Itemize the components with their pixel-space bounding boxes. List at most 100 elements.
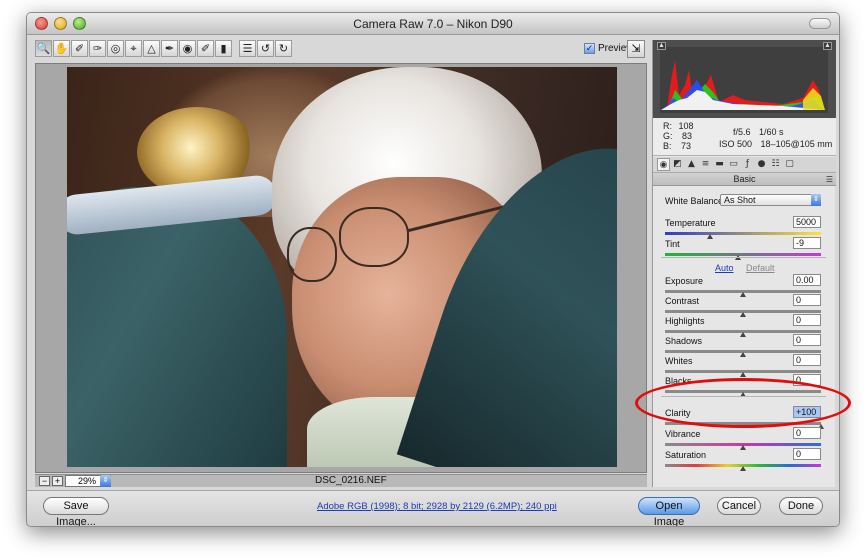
panel-section-header: Basic ☰ [653,173,836,186]
close-window-button[interactable] [35,17,48,30]
camera-calibration-tab-icon[interactable]: ● [755,158,768,171]
zoom-window-button[interactable] [73,17,86,30]
workflow-options-link[interactable]: Adobe RGB (1998); 8 bit; 2928 by 2129 (6… [317,501,557,512]
g-label: G: [663,131,673,141]
temperature-slider-thumb[interactable] [707,234,714,239]
contrast-slider-thumb[interactable] [740,312,746,317]
white-balance-label: White Balance: [665,196,726,206]
exposure-label: Exposure [665,276,704,286]
default-tone-link[interactable]: Default [746,263,775,273]
shadows-slider-thumb[interactable] [740,352,746,357]
cancel-button[interactable]: Cancel [717,497,761,515]
shadow-clipping-warning-icon[interactable]: ▲ [657,42,666,50]
color-sampler-tool-icon[interactable]: ✑ [89,40,106,57]
whites-label: Whites [665,356,693,366]
temperature-value-field[interactable]: 5000 [793,216,821,228]
straighten-tool-icon[interactable]: △ [143,40,160,57]
hsl-tab-icon[interactable]: ≡ [699,158,712,171]
zoom-in-button[interactable]: + [52,476,63,486]
g-value: 83 [682,131,693,141]
white-balance-select[interactable]: As Shot ⇕ [720,194,821,206]
shutter-value: 1/60 s [759,127,784,137]
r-label: R: [663,121,672,131]
wb-divider [661,257,826,258]
title-bar[interactable]: Camera Raw 7.0 – Nikon D90 [27,13,839,35]
basic-panel: White Balance: As Shot ⇕ Temperature 5000… [653,187,836,487]
crop-tool-icon[interactable]: ⌖ [125,40,142,57]
panel-tabs: ◉ ◩ ▲ ≡ ▬ ▭ ƒ ● ☷ ▢ [653,157,836,173]
white-balance-value: As Shot [724,195,756,205]
photo-preview[interactable] [67,67,617,467]
r-value: 108 [678,121,694,131]
auto-tone-link[interactable]: Auto [715,263,734,273]
preferences-icon[interactable]: ☰ [239,40,256,57]
camera-raw-window: Camera Raw 7.0 – Nikon D90 🔍 ✋ ✐ ✑ ◎ ⌖ △ ✒ ◉ ✐ ▮ ☰ ↺… [26,12,840,527]
lens-corrections-tab-icon[interactable]: ▭ [727,158,740,171]
exposure-slider-thumb[interactable] [740,292,746,297]
b-value: 73 [681,141,692,151]
highlight-clipping-warning-icon[interactable]: ▲ [823,42,832,50]
zoom-level-select[interactable]: 29% ⇕ [65,475,111,487]
zoom-level-value: 29% [78,476,97,486]
filename-label: DSC_0216.NEF [315,475,387,486]
graduated-filter-icon[interactable]: ▮ [215,40,232,57]
histogram-graph [660,47,828,113]
panel-menu-icon[interactable]: ☰ [826,173,833,186]
saturation-slider-thumb[interactable] [740,466,746,471]
exposure-value-field[interactable]: 0.00 [793,274,821,286]
tint-label: Tint [665,239,680,249]
preview-checkbox[interactable]: ✓ [584,43,595,54]
rgb-exif-readout: R: 108 G: 83 B: 73 f/5.6 1/60 s ISO 500 … [653,118,836,156]
fullscreen-toggle-icon[interactable]: ⇲ [627,40,645,58]
targeted-adjustment-tool-icon[interactable]: ◎ [107,40,124,57]
image-preview-area[interactable] [35,63,647,473]
chevron-updown-icon: ⇕ [100,475,111,487]
detail-tab-icon[interactable]: ▲ [685,158,698,171]
window-controls [35,17,86,30]
save-image-button[interactable]: Save Image... [43,497,109,526]
whites-slider-thumb[interactable] [740,372,746,377]
photo-glasses-right [339,207,409,267]
whites-value-field[interactable]: 0 [793,354,821,366]
vibrance-label: Vibrance [665,429,701,439]
tint-value-field[interactable]: -9 [793,237,821,249]
bottom-bar: Save Image... Adobe RGB (1998); 8 bit; 2… [27,490,839,526]
shadows-value-field[interactable]: 0 [793,334,821,346]
highlights-value-field[interactable]: 0 [793,314,821,326]
open-image-button[interactable]: Open Image [638,497,700,526]
spot-removal-tool-icon[interactable]: ✒ [161,40,178,57]
tone-curve-tab-icon[interactable]: ◩ [671,158,684,171]
red-eye-tool-icon[interactable]: ◉ [179,40,196,57]
photo-glasses-left [287,227,337,282]
highlights-label: Highlights [665,316,705,326]
contrast-label: Contrast [665,296,700,306]
vibrance-slider-thumb[interactable] [740,445,746,450]
temperature-label: Temperature [665,218,716,228]
white-balance-tool-icon[interactable]: ✐ [71,40,88,57]
contrast-value-field[interactable]: 0 [793,294,821,306]
rotate-right-icon[interactable]: ↻ [275,40,292,57]
basic-tab-icon[interactable]: ◉ [657,158,670,171]
temperature-slider-track[interactable] [665,232,821,235]
hand-tool-icon[interactable]: ✋ [53,40,70,57]
done-button[interactable]: Done [779,497,823,515]
b-label: B: [663,141,672,151]
minimize-window-button[interactable] [54,17,67,30]
shadows-label: Shadows [665,336,703,346]
iso-value: ISO 500 [719,139,753,149]
preview-status-bar: − + 29% ⇕ DSC_0216.NEF [35,474,647,487]
zoom-tool-icon[interactable]: 🔍 [35,40,52,57]
zoom-out-button[interactable]: − [39,476,50,486]
tint-slider-track[interactable] [665,253,821,256]
highlights-slider-thumb[interactable] [740,332,746,337]
vibrance-value-field[interactable]: 0 [793,427,821,439]
presets-tab-icon[interactable]: ☷ [769,158,782,171]
snapshots-tab-icon[interactable]: ▢ [783,158,796,171]
toolbar-toggle-button[interactable] [809,18,831,29]
clarity-highlight-annotation [635,378,851,428]
adjustment-brush-icon[interactable]: ✐ [197,40,214,57]
saturation-value-field[interactable]: 0 [793,448,821,460]
split-toning-tab-icon[interactable]: ▬ [713,158,726,171]
effects-tab-icon[interactable]: ƒ [741,158,754,171]
rotate-left-icon[interactable]: ↺ [257,40,274,57]
